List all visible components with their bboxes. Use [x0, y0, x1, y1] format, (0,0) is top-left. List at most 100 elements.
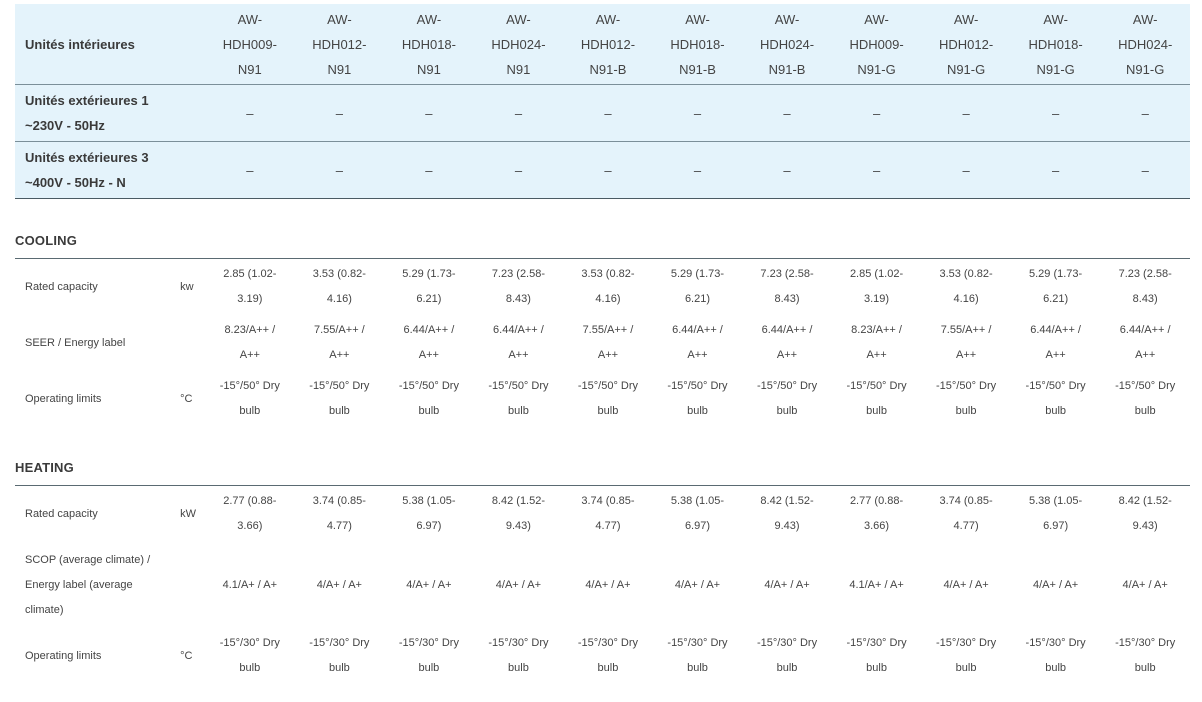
spec-value-cell: -15°/50° Dry bulb: [742, 371, 832, 427]
spec-value-line: 2.85 (1.02-: [849, 268, 904, 280]
model-name-line: AW-: [864, 11, 889, 27]
spec-value-cell: 8.23/A++ / A++: [205, 315, 295, 371]
spec-value-cell: 7.55/A++ / A++: [921, 315, 1011, 371]
spec-value-line: bulb: [1134, 405, 1156, 417]
spec-value-line: 8.23/A++ /: [851, 324, 902, 336]
spec-value-line: 3.53 (0.82-: [312, 268, 366, 280]
spec-value-cell: -15°/30° Dry bulb: [832, 628, 922, 684]
spec-value-cell: 8.42 (1.52- 9.43): [742, 486, 832, 542]
spec-value-line: 9.43): [774, 520, 800, 532]
spec-value-cell: 5.38 (1.05- 6.97): [384, 486, 474, 542]
empty-value-dash: –: [1100, 141, 1190, 199]
spec-value-line: 4.16): [326, 293, 352, 305]
model-name-line: AW-: [685, 11, 710, 27]
empty-value-dash: –: [652, 84, 743, 142]
outdoor-unit-label: Unités extérieures 1 ~230V - 50Hz: [15, 84, 206, 142]
spec-label-line: Operating limits: [25, 392, 102, 405]
spec-value-cell: 3.74 (0.85- 4.77): [295, 486, 385, 542]
spec-value-line: bulb: [1134, 662, 1156, 674]
heating-spec-row: Rated capacity kW 2.77 (0.88- 3.66) 3.74 (0.…: [15, 486, 1190, 542]
spec-value-line: bulb: [866, 662, 887, 674]
spec-value-line: 5.29 (1.73-: [1029, 268, 1083, 280]
spec-value-cell: 5.29 (1.73- 6.21): [1011, 259, 1101, 315]
spec-value-line: bulb: [239, 662, 261, 674]
spec-value-line: 4/A+ / A+: [943, 578, 989, 591]
spec-value-line: bulb: [776, 662, 798, 674]
spec-value-line: 4.16): [595, 293, 621, 305]
spec-value-line: 5.38 (1.05-: [1029, 495, 1083, 507]
model-name-line: HDH018-: [670, 36, 725, 52]
spec-value-cell: 5.29 (1.73- 6.21): [653, 259, 743, 315]
spec-value-cell: 7.55/A++ / A++: [295, 315, 385, 371]
model-name-line: N91-G: [1126, 61, 1165, 77]
empty-value-dash: –: [1100, 84, 1190, 142]
spec-value-line: 4/A+ / A+: [764, 578, 810, 591]
spec-value-line: -15°/30° Dry: [398, 637, 459, 649]
indoor-units-row: Unités intérieures AW- HDH009- N91 AW- HDH012…: [15, 4, 1190, 85]
model-header-cell: AW- HDH024- N91-B: [742, 4, 832, 85]
model-header-cell: AW- HDH012- N91-G: [921, 4, 1011, 85]
cooling-spec-row: Operating limits °C -15°/50° Dry bulb -15°/5…: [15, 371, 1190, 427]
spec-value-line: 6.44/A++ /: [672, 324, 723, 336]
spec-value-line: -15°/50° Dry: [756, 380, 818, 392]
spec-value-line: bulb: [508, 405, 529, 417]
spec-value-cell: 5.38 (1.05- 6.97): [653, 486, 743, 542]
outdoor-unit-label-line: ~400V - 50Hz - N: [25, 175, 126, 190]
spec-value-line: 2.85 (1.02-: [223, 268, 277, 280]
empty-value-dash: –: [1010, 141, 1101, 199]
spec-value-cell: 3.74 (0.85- 4.77): [563, 486, 653, 542]
spec-value-line: 5.29 (1.73-: [402, 268, 456, 280]
spec-value-cell: 3.53 (0.82- 4.16): [295, 259, 385, 315]
model-name-line: AW-: [953, 11, 979, 27]
spec-label: SCOP (average climate) / Energy label (av…: [15, 542, 178, 628]
spec-value-line: 7.55/A++ /: [313, 324, 365, 336]
outdoor-unit-label-line: Unités extérieures 1: [25, 93, 149, 108]
spec-value-line: -15°/30° Dry: [1025, 637, 1086, 649]
spec-value-cell: -15°/50° Dry bulb: [563, 371, 653, 427]
model-name-line: AW-: [506, 11, 531, 27]
spec-value-cell: -15°/30° Dry bulb: [653, 628, 743, 684]
spec-value-line: bulb: [955, 662, 977, 674]
spec-value-line: -15°/50° Dry: [398, 380, 459, 392]
spec-value-line: 4/A+ / A+: [1032, 578, 1079, 591]
spec-value-cell: -15°/50° Dry bulb: [205, 371, 295, 427]
spec-value-line: bulb: [328, 405, 350, 417]
spec-value-line: -15°/50° Dry: [936, 380, 997, 392]
empty-value-dash: –: [205, 141, 295, 199]
spec-unit: °C: [180, 392, 193, 405]
spec-value-line: 6.21): [1043, 293, 1069, 305]
spec-value-line: bulb: [418, 405, 440, 417]
spec-value-line: bulb: [955, 405, 977, 417]
cooling-spec-row: SEER / Energy label 8.23/A++ / A++ 7.55/A++…: [15, 315, 1190, 371]
empty-value-dash: –: [652, 141, 743, 199]
model-name-line: AW-: [327, 11, 352, 27]
model-header-cell: AW- HDH024- N91: [474, 4, 564, 85]
spec-value-line: A++: [329, 349, 350, 361]
spec-value-cell: 2.77 (0.88- 3.66): [205, 486, 295, 542]
model-name-line: N91: [506, 61, 531, 77]
spec-value-line: 6.97): [684, 520, 711, 532]
spec-value-line: bulb: [687, 662, 708, 674]
spec-value-line: -15°/30° Dry: [219, 637, 280, 649]
spec-value-line: A++: [597, 349, 619, 361]
model-name-line: HDH024-: [759, 36, 815, 52]
spec-value-line: 8.43): [774, 293, 800, 305]
spec-value-line: 3.19): [237, 293, 263, 305]
spec-label-line: SEER / Energy label: [25, 336, 126, 349]
outdoor-unit-label: Unités extérieures 3 ~400V - 50Hz - N: [15, 141, 206, 199]
spec-value-cell: 4/A+ / A+: [474, 542, 564, 628]
spec-value-cell: -15°/50° Dry bulb: [921, 371, 1011, 427]
spec-value-line: 4.77): [953, 520, 979, 532]
spec-value-line: A++: [1135, 349, 1156, 361]
spec-value-cell: 7.23 (2.58- 8.43): [1100, 259, 1190, 315]
spec-label-line: Energy label (average: [25, 578, 133, 591]
cooling-specs-table: Rated capacity kw 2.85 (1.02- 3.19) 3.53 (0.…: [15, 259, 1190, 427]
unit-models-table: Unités intérieures AW- HDH009- N91 AW- HDH012…: [15, 4, 1190, 199]
empty-value-dash: –: [473, 141, 564, 199]
spec-value-cell: -15°/30° Dry bulb: [295, 628, 385, 684]
spec-value-cell: 6.44/A++ / A++: [1011, 315, 1101, 371]
model-name-line: N91-B: [768, 61, 806, 77]
spec-value-line: -15°/50° Dry: [219, 380, 280, 392]
spec-value-line: 5.38 (1.05-: [670, 495, 725, 507]
model-header-cell: AW- HDH009- N91: [205, 4, 295, 85]
